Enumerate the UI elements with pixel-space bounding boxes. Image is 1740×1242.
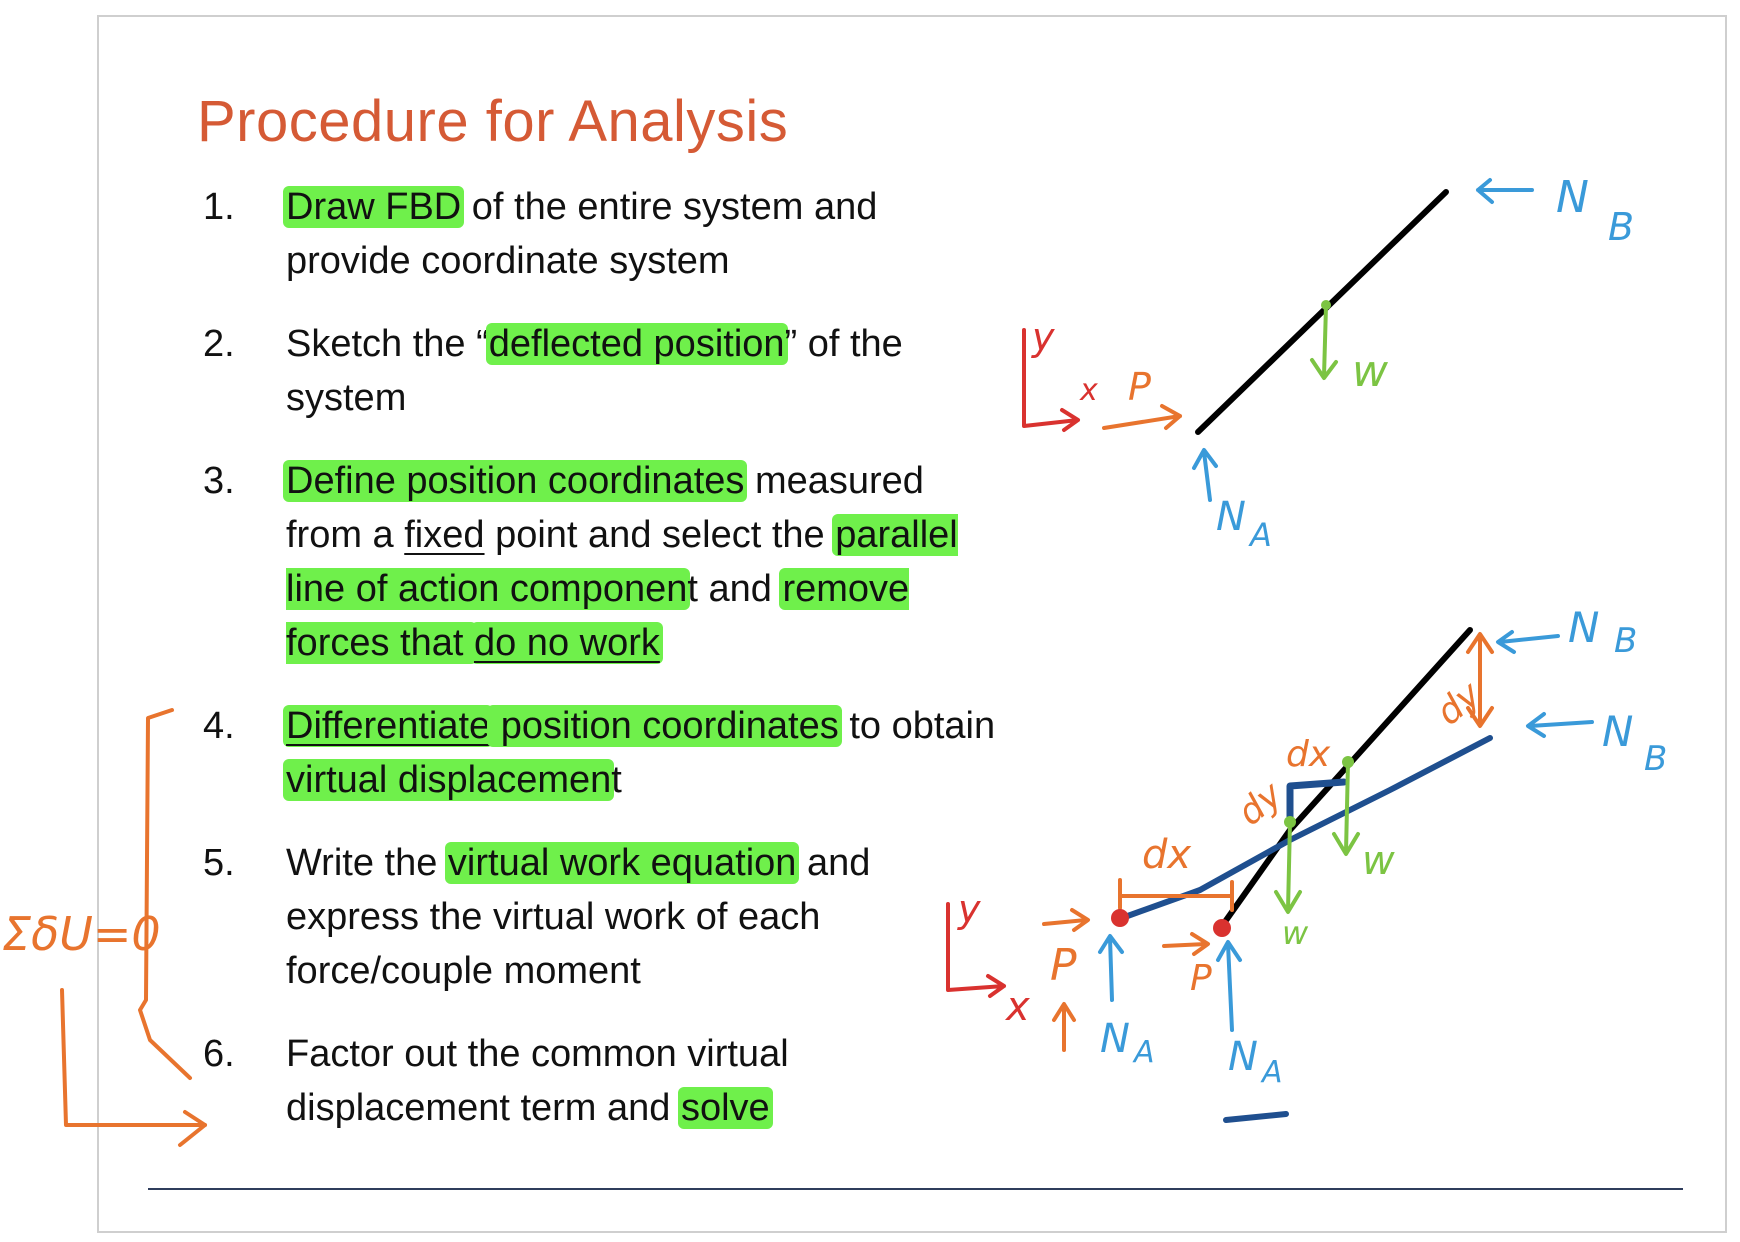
p-label-top: P (1128, 365, 1151, 409)
dx-label-wide: dx (1142, 832, 1191, 878)
na-sub-bottom-2: A (1260, 1055, 1283, 1090)
na-label-bottom-1: N (1100, 1016, 1130, 1062)
handwritten-annotations: ΣδU=0 N B w y x P N A N B N B dy dx dy w… (2, 172, 1667, 1147)
na-sub-top: A (1248, 516, 1272, 554)
nb-label-top: N (1556, 172, 1589, 223)
nb-sub-bottom-1: B (1614, 621, 1637, 661)
y-axis-label-bottom: y (957, 887, 981, 931)
y-axis-label-top: y (1031, 315, 1055, 359)
bottom-diagram (946, 627, 1594, 1123)
na-label-top: N (1216, 494, 1246, 540)
nb-label-bottom-2: N (1602, 707, 1633, 756)
nb-sub-top: B (1608, 205, 1634, 249)
w-label-top: w (1352, 346, 1389, 397)
x-axis-label-bottom: x (1004, 984, 1030, 1030)
na-label-bottom-2: N (1228, 1034, 1258, 1080)
nb-sub-bottom-2: B (1644, 739, 1667, 779)
x-axis-label-top: x (1079, 373, 1098, 408)
w-label-bottom-2: w (1282, 914, 1309, 952)
top-diagram (1022, 178, 1534, 502)
dx-label-small: dx (1286, 734, 1331, 775)
nb-label-bottom-1: N (1568, 603, 1599, 652)
sum-virtual-work-equation: ΣδU=0 (2, 907, 161, 961)
dy-label-small: dy (1230, 774, 1291, 834)
w-label-bottom-1: w (1362, 838, 1395, 884)
p-label-bottom-2: P (1190, 958, 1212, 999)
na-sub-bottom-1: A (1132, 1035, 1155, 1070)
p-label-bottom-1: P (1050, 940, 1077, 991)
